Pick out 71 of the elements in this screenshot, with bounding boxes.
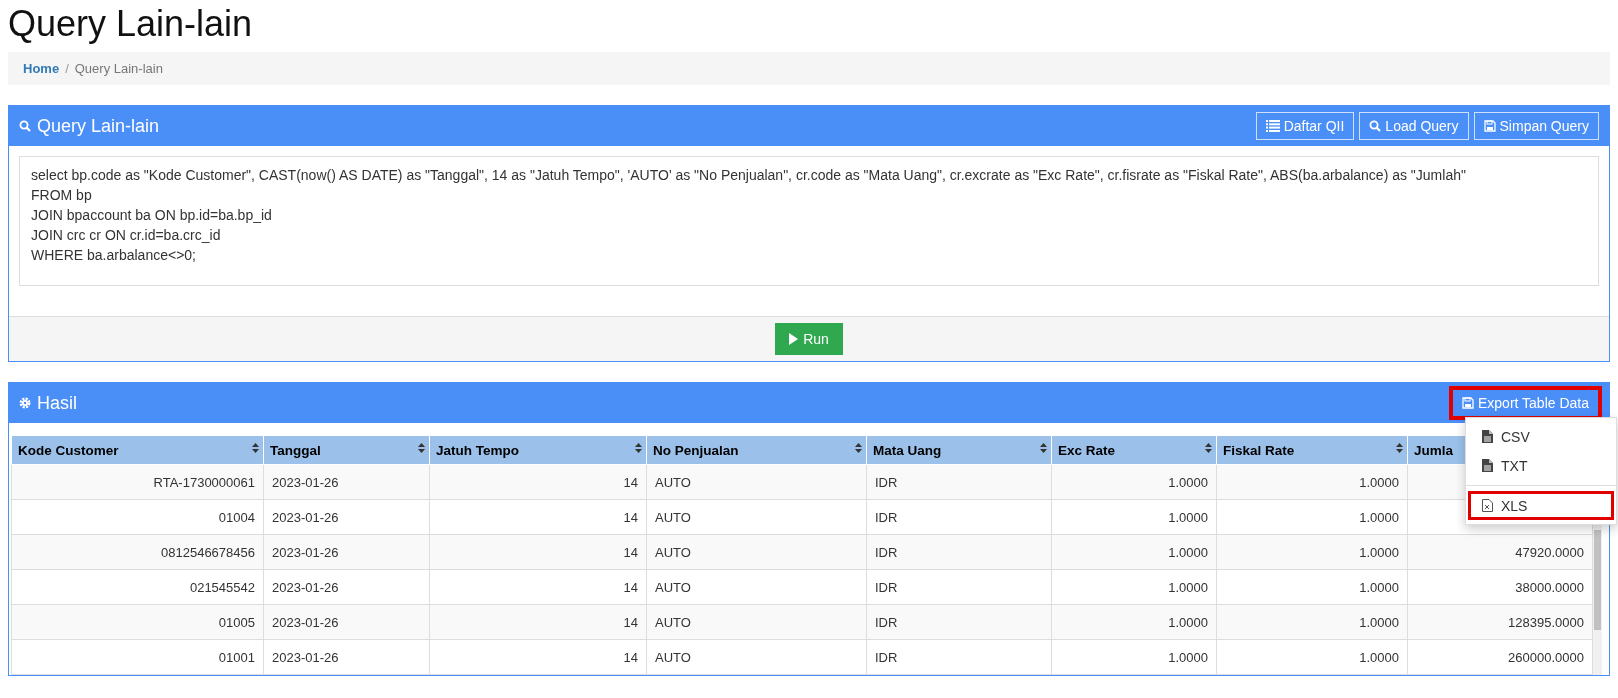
column-header[interactable]: Mata Uang <box>866 435 1052 465</box>
gear-icon <box>19 397 31 409</box>
table-cell: AUTO <box>646 604 867 640</box>
table-cell: 14 <box>429 569 647 605</box>
document-icon <box>1482 459 1493 472</box>
table-cell: 14 <box>429 534 647 570</box>
column-header[interactable]: Jatuh Tempo <box>429 435 647 465</box>
table-cell: 1.0000 <box>1216 604 1408 640</box>
column-header[interactable]: Tanggal <box>263 435 430 465</box>
query-editor[interactable]: select bp.code as "Kode Customer", CAST(now() AS DATE) as "Tanggal", 14 as "Jatuh Tempo", 'AUTO' as "No Penjualan", cr.code as "Mata Uang", cr.excrate as "Exc Rate", cr.fisrate as "Fiskal Rate", ABS(ba.arbalance) as "Jumlah" FROM bp JOIN bpaccount ba ON bp.id=ba.bp_id JOIN crc cr ON cr.id=ba.crc_id WHERE ba.arbalance<>0; <box>19 156 1599 286</box>
table-cell: 2023-01-26 <box>263 534 430 570</box>
table-cell: IDR <box>866 639 1052 675</box>
table-cell: 14 <box>429 499 647 535</box>
table-cell: 1.0000 <box>1216 639 1408 675</box>
table-cell: 1.0000 <box>1216 569 1408 605</box>
table-cell: 01005 <box>11 604 264 640</box>
table-cell: 1.0000 <box>1051 464 1217 500</box>
list-icon <box>1265 120 1280 132</box>
table-cell: IDR <box>866 604 1052 640</box>
table-cell: 38000.0000 <box>1407 569 1593 605</box>
table-cell: 1.0000 <box>1051 569 1217 605</box>
table-cell: AUTO <box>646 464 867 500</box>
table-cell: AUTO <box>646 534 867 570</box>
table-cell: 14 <box>429 464 647 500</box>
panel-title: Hasil <box>37 392 77 414</box>
table-cell: 0812546678456 <box>11 534 264 570</box>
table-cell: 14 <box>429 639 647 675</box>
menu-item[interactable]: CSV <box>1468 422 1614 451</box>
page-title: Query Lain-lain <box>8 2 254 46</box>
menu-item[interactable]: TXT <box>1468 451 1614 480</box>
table-cell: AUTO <box>646 499 867 535</box>
table-cell: 128395.0000 <box>1407 604 1593 640</box>
table-cell: 1.0000 <box>1216 534 1408 570</box>
column-header[interactable]: Fiskal Rate <box>1216 435 1408 465</box>
table-cell: 1.0000 <box>1051 639 1217 675</box>
table-cell: IDR <box>866 499 1052 535</box>
table-cell: 2023-01-26 <box>263 499 430 535</box>
table-cell: 47920.0000 <box>1407 534 1593 570</box>
table-cell: 1.0000 <box>1216 464 1408 500</box>
table-cell: 2023-01-26 <box>263 604 430 640</box>
table-cell: 01004 <box>11 499 264 535</box>
breadcrumb-current: Query Lain-lain <box>74 61 163 76</box>
table-cell: AUTO <box>646 639 867 675</box>
panel-title: Query Lain-lain <box>37 115 160 137</box>
table-cell: 260000.0000 <box>1407 639 1593 675</box>
table-cell: 2023-01-26 <box>263 639 430 675</box>
document-icon <box>1482 430 1493 443</box>
table-cell: IDR <box>866 464 1052 500</box>
table-cell: RTA-1730000061 <box>11 464 264 500</box>
table-cell: 1.0000 <box>1051 499 1217 535</box>
column-header[interactable]: Exc Rate <box>1051 435 1217 465</box>
table-cell: IDR <box>866 569 1052 605</box>
play-icon <box>789 333 799 345</box>
table-cell: 2023-01-26 <box>263 569 430 605</box>
breadcrumb-link[interactable]: Home <box>23 61 60 76</box>
table-cell: AUTO <box>646 569 867 605</box>
breadcrumb-separator: / <box>65 61 69 76</box>
search-icon <box>1369 120 1382 132</box>
table-cell: 01001 <box>11 639 264 675</box>
column-header[interactable]: No Penjualan <box>646 435 867 465</box>
spreadsheet-file-icon <box>1482 499 1493 512</box>
table-cell: 1.0000 <box>1051 534 1217 570</box>
search-icon <box>19 120 31 132</box>
table-cell: 14 <box>429 604 647 640</box>
table-cell: 1.0000 <box>1216 499 1408 535</box>
table-cell: 1.0000 <box>1051 604 1217 640</box>
table-cell: 021545542 <box>11 569 264 605</box>
column-header[interactable]: Kode Customer <box>11 435 264 465</box>
menu-item[interactable]: XLS <box>1468 491 1614 520</box>
table-cell: IDR <box>866 534 1052 570</box>
table-cell: 2023-01-26 <box>263 464 430 500</box>
